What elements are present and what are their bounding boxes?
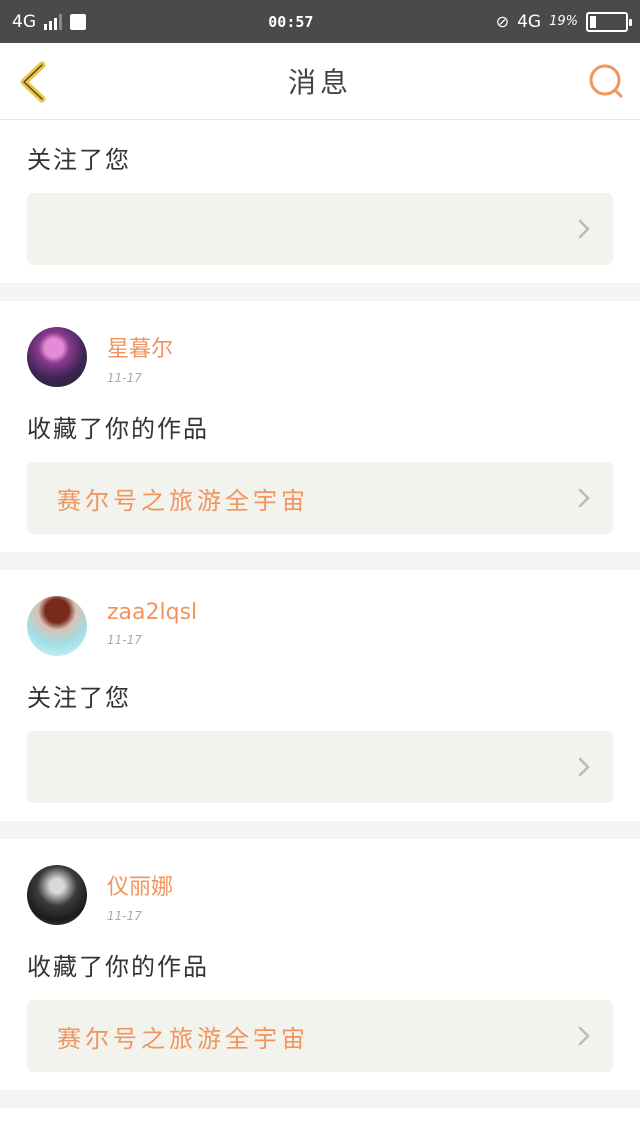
notification-date: 11-17 [107, 371, 142, 385]
notification-link-box[interactable] [27, 731, 613, 803]
notification-link-box[interactable]: 赛尔号之旅游全宇宙 [27, 462, 613, 534]
search-icon[interactable] [586, 61, 626, 101]
work-title: 赛尔号之旅游全宇宙 [57, 486, 309, 515]
page-title: 消息 [287, 66, 352, 99]
notification-action: 收藏了你的作品 [27, 953, 209, 981]
work-title: 赛尔号之旅游全宇宙 [57, 1024, 309, 1053]
chevron-right-icon [578, 757, 590, 777]
username[interactable]: 仪丽娜 [107, 869, 173, 901]
signal-icon [44, 13, 62, 30]
avatar[interactable] [27, 865, 87, 925]
clock: 00:57 [268, 12, 314, 31]
notification-link-box[interactable] [27, 193, 613, 265]
notification-link-box[interactable]: 赛尔号之旅游全宇宙 [27, 1000, 613, 1072]
network-type: 4G [12, 11, 36, 32]
notification-card: zaa2lqsl 11-17 关注了您 [0, 570, 640, 821]
nav-bar: 消息 [0, 43, 640, 120]
notification-card: 仪丽娜 11-17 收藏了你的作品 赛尔号之旅游全宇宙 [0, 839, 640, 1090]
mute-icon: ⊘ [495, 12, 510, 31]
notification-card-partial [0, 1108, 640, 1138]
chevron-right-icon [578, 488, 590, 508]
battery-percent: 19% [549, 14, 578, 29]
chevron-right-icon [578, 1026, 590, 1046]
avatar[interactable] [27, 596, 87, 656]
username[interactable]: zaa2lqsl [107, 600, 197, 625]
battery-icon [586, 11, 632, 32]
notification-card: 星暮尔 11-17 收藏了你的作品 赛尔号之旅游全宇宙 [0, 301, 640, 552]
notification-action: 收藏了你的作品 [27, 415, 209, 443]
username[interactable]: 星暮尔 [107, 331, 173, 363]
notification-action: 关注了您 [27, 684, 131, 712]
notification-action: 关注了您 [27, 146, 131, 174]
notification-card: 关注了您 [0, 120, 640, 283]
avatar[interactable] [27, 327, 87, 387]
back-arrow-icon[interactable] [16, 59, 52, 105]
chevron-right-icon [578, 219, 590, 239]
notification-date: 11-17 [107, 633, 142, 647]
network-type-right: 4G [517, 11, 542, 32]
shopping-bag-icon [70, 13, 86, 30]
notification-date: 11-17 [107, 909, 142, 923]
status-bar: 4G 00:57 ⊘ 4G 19% [0, 0, 640, 43]
